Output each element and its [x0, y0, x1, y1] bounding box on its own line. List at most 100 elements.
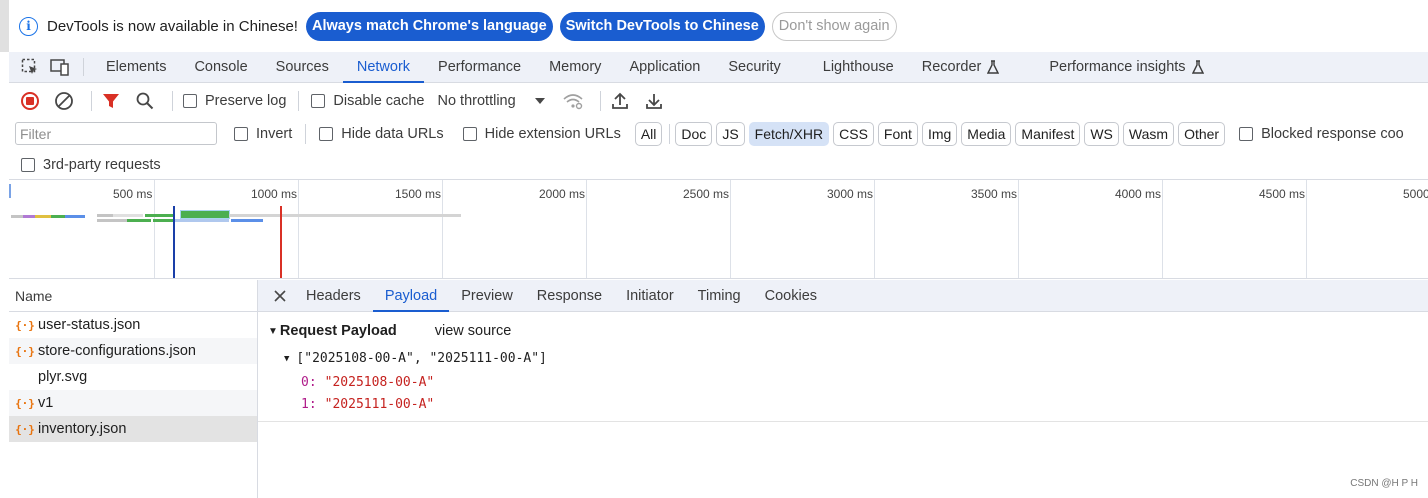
tab-elements[interactable]: Elements — [92, 52, 180, 82]
tab-response[interactable]: Response — [525, 280, 614, 311]
payload-array-item: 0: "2025108-00-A" — [301, 375, 434, 390]
request-row-selected[interactable]: {·} inventory.json — [9, 416, 257, 442]
type-filter-font[interactable]: Font — [877, 121, 918, 146]
request-name: store-configurations.json — [38, 343, 196, 359]
type-filter-fetch-xhr[interactable]: Fetch/XHR — [748, 121, 830, 146]
expand-triangle-icon[interactable]: ▼ — [284, 354, 289, 364]
clear-icon[interactable] — [51, 88, 77, 114]
third-party-requests-checkbox[interactable]: 3rd-party requests — [21, 157, 161, 173]
tab-lighthouse[interactable]: Lighthouse — [795, 52, 908, 82]
type-filter-css[interactable]: CSS — [833, 121, 874, 146]
checkbox-box[interactable] — [21, 157, 35, 172]
import-har-icon[interactable] — [607, 88, 633, 114]
checkbox-box[interactable] — [1239, 126, 1254, 141]
tab-application[interactable]: Application — [615, 52, 714, 82]
array-value: "2025108-00-A" — [324, 375, 435, 390]
hide-extension-urls-label: Hide extension URLs — [484, 125, 621, 142]
checkbox-box[interactable] — [319, 126, 334, 141]
tab-performance-insights-label: Performance insights — [1049, 59, 1186, 75]
type-filter-other[interactable]: Other — [1178, 121, 1226, 146]
disable-cache-label: Disable cache — [333, 92, 425, 109]
tick-label: 2500 ms — [683, 187, 730, 201]
export-har-icon[interactable] — [641, 88, 667, 114]
request-row[interactable]: {·} v1 — [9, 390, 257, 416]
filter-funnel-icon[interactable] — [98, 88, 124, 114]
tab-console[interactable]: Console — [180, 52, 261, 82]
watermark-text: CSDN @H P H — [1350, 478, 1418, 489]
tab-memory[interactable]: Memory — [535, 52, 615, 82]
type-filter-ws[interactable]: WS — [1084, 121, 1119, 146]
tab-timing[interactable]: Timing — [686, 280, 753, 311]
array-value: "2025111-00-A" — [324, 397, 435, 412]
tick-label: 1000 ms — [251, 187, 298, 201]
network-overview-timeline[interactable]: 500 ms 1000 ms 1500 ms 2000 ms 2500 ms 3… — [9, 179, 1428, 279]
type-filter-doc[interactable]: Doc — [675, 121, 713, 146]
checkbox-box[interactable] — [234, 126, 248, 141]
checkbox-box[interactable] — [462, 126, 477, 141]
request-row[interactable]: {·} store-configurations.json — [9, 338, 257, 364]
tab-preview[interactable]: Preview — [449, 280, 525, 311]
network-conditions-icon[interactable] — [560, 88, 586, 114]
preserve-log-label: Preserve log — [205, 92, 287, 109]
hide-extension-urls-checkbox[interactable]: Hide extension URLs — [462, 125, 621, 142]
experiment-flask-icon — [987, 60, 1000, 74]
hide-data-urls-checkbox[interactable]: Hide data URLs — [319, 126, 444, 142]
tick-label: 3000 ms — [827, 187, 874, 201]
payload-array-summary[interactable]: ▼ ["2025108-00-A", "2025111-00-A"] — [284, 351, 547, 366]
devtools-main-tabbar: Elements Console Sources Network Perform… — [9, 52, 1428, 83]
tab-security[interactable]: Security — [714, 52, 794, 82]
tab-sources[interactable]: Sources — [262, 52, 343, 82]
stop-recording-button[interactable] — [17, 88, 43, 114]
type-filter-wasm[interactable]: Wasm — [1122, 121, 1175, 146]
type-filter-manifest[interactable]: Manifest — [1015, 121, 1081, 146]
tick-label: 5000 — [1403, 187, 1428, 201]
tab-initiator[interactable]: Initiator — [614, 280, 686, 311]
search-icon[interactable] — [132, 88, 158, 114]
switch-to-chinese-button[interactable]: Switch DevTools to Chinese — [559, 11, 765, 41]
device-toolbar-icon[interactable] — [45, 52, 75, 82]
filter-input[interactable]: Filter — [15, 122, 217, 145]
language-infobar: i DevTools is now available in Chinese! … — [0, 0, 1428, 52]
disable-cache-checkbox[interactable]: Disable cache — [311, 93, 424, 109]
tick-label: 4500 ms — [1259, 187, 1306, 201]
fetch-icon: {·} — [15, 396, 35, 410]
request-name: plyr.svg — [38, 369, 88, 385]
request-list: Name {·} user-status.json {·} store-conf… — [9, 280, 258, 498]
invert-checkbox[interactable]: Invert — [234, 126, 292, 142]
tab-performance-insights[interactable]: Performance insights — [1013, 52, 1217, 82]
view-source-link[interactable]: view source — [435, 323, 512, 339]
payload-title: Request Payload — [279, 323, 397, 339]
type-filter-img[interactable]: Img — [921, 121, 958, 146]
request-detail-pane: Headers Payload Preview Response Initiat… — [258, 280, 1428, 498]
dont-show-again-button[interactable]: Don't show again — [771, 11, 897, 41]
tick-label: 2000 ms — [539, 187, 586, 201]
checkbox-box[interactable] — [311, 93, 326, 108]
tab-network[interactable]: Network — [342, 52, 425, 83]
experiment-flask-icon — [1191, 60, 1204, 74]
type-filter-media[interactable]: Media — [961, 121, 1012, 146]
name-column-header[interactable]: Name — [9, 280, 257, 312]
type-filter-all[interactable]: All — [634, 121, 663, 146]
inspect-element-icon[interactable] — [15, 52, 45, 82]
expand-triangle-icon[interactable]: ▼ — [268, 326, 278, 337]
checkbox-box[interactable] — [183, 93, 197, 108]
tab-recorder[interactable]: Recorder — [908, 52, 1014, 82]
request-row[interactable]: {·} user-status.json — [9, 312, 257, 338]
tab-cookies[interactable]: Cookies — [753, 280, 829, 311]
close-icon[interactable] — [266, 280, 294, 311]
type-filter-js[interactable]: JS — [716, 121, 745, 146]
blocked-response-cookies-label: Blocked response coo — [1261, 125, 1404, 142]
blocked-response-cookies-checkbox[interactable]: Blocked response coo — [1239, 126, 1404, 142]
preserve-log-checkbox[interactable]: Preserve log — [183, 93, 286, 109]
always-match-language-button[interactable]: Always match Chrome's language — [305, 11, 553, 41]
tab-performance[interactable]: Performance — [424, 52, 535, 82]
array-index: 1: — [301, 397, 317, 412]
array-index: 0: — [301, 375, 317, 390]
resource-type-filters: All Doc JS Fetch/XHR CSS Font Img Media … — [634, 121, 1229, 146]
throttling-select[interactable]: No throttling — [437, 93, 545, 109]
tab-payload[interactable]: Payload — [372, 280, 450, 312]
request-row[interactable]: plyr.svg — [9, 364, 257, 390]
tab-headers[interactable]: Headers — [294, 280, 373, 311]
tick-label: 1500 ms — [395, 187, 442, 201]
request-payload-header[interactable]: ▼ Request Payload view source — [268, 323, 511, 339]
